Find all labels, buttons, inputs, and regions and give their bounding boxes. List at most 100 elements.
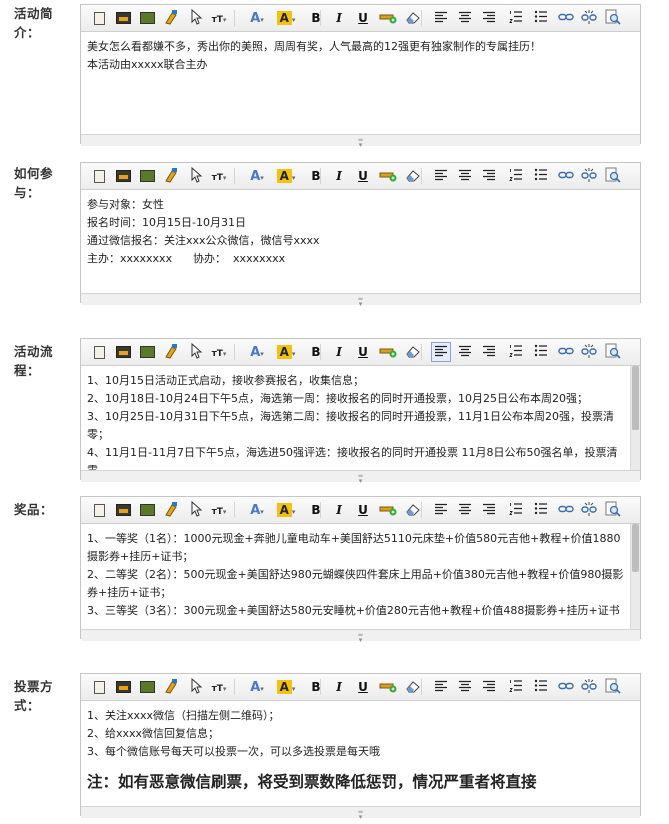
insert-hr-button[interactable]	[378, 342, 398, 362]
font-color-button[interactable]: A▾	[247, 500, 267, 520]
editor-content[interactable]: 1、一等奖（1名）：1000元现金+奔驰儿童电动车+美国舒达5110元床垫+价值…	[81, 524, 640, 629]
preview-button[interactable]	[603, 500, 623, 520]
eraser-button[interactable]	[403, 8, 423, 28]
italic-button[interactable]: I	[329, 166, 349, 186]
bold-button[interactable]: B	[306, 166, 326, 186]
resize-handle[interactable]: ═ ▾	[81, 629, 640, 644]
select-button[interactable]	[186, 677, 206, 697]
insert-image-button[interactable]	[113, 677, 133, 697]
highlight-color-button[interactable]: A ▾	[276, 342, 296, 362]
highlight-color-button[interactable]: A ▾	[276, 166, 296, 186]
font-color-button[interactable]: A▾	[247, 8, 267, 28]
unordered-list-button[interactable]	[531, 500, 551, 520]
resize-handle[interactable]: ═ ▾	[81, 293, 640, 308]
insert-hr-button[interactable]	[378, 166, 398, 186]
resize-handle[interactable]: ═ ▾	[81, 470, 640, 485]
ordered-list-button[interactable]	[506, 166, 526, 186]
underline-button[interactable]: U	[353, 166, 373, 186]
align-left-button[interactable]	[431, 677, 451, 697]
align-right-button[interactable]	[479, 500, 499, 520]
align-right-button[interactable]	[479, 8, 499, 28]
font-color-button[interactable]: A▾	[247, 677, 267, 697]
eraser-button[interactable]	[403, 342, 423, 362]
align-center-button[interactable]	[455, 500, 475, 520]
vertical-scrollbar[interactable]	[630, 366, 640, 470]
unlink-button[interactable]	[579, 166, 599, 186]
clear-format-button[interactable]	[161, 8, 181, 28]
ordered-list-button[interactable]	[506, 342, 526, 362]
link-button[interactable]	[556, 677, 576, 697]
underline-button[interactable]: U	[353, 677, 373, 697]
scrollbar-thumb[interactable]	[632, 366, 639, 430]
ordered-list-button[interactable]	[506, 500, 526, 520]
insert-image-button[interactable]	[113, 342, 133, 362]
unlink-button[interactable]	[579, 677, 599, 697]
bold-button[interactable]: B	[306, 8, 326, 28]
underline-button[interactable]: U	[353, 500, 373, 520]
insert-hr-button[interactable]	[378, 677, 398, 697]
clear-format-button[interactable]	[161, 166, 181, 186]
scrollbar-thumb[interactable]	[632, 524, 639, 572]
select-button[interactable]	[186, 8, 206, 28]
italic-button[interactable]: I	[329, 8, 349, 28]
align-left-button[interactable]	[431, 8, 451, 28]
align-center-button[interactable]	[455, 166, 475, 186]
bold-button[interactable]: B	[306, 500, 326, 520]
resize-handle[interactable]: ═ ▾	[81, 806, 640, 821]
italic-button[interactable]: I	[329, 500, 349, 520]
preview-button[interactable]	[603, 342, 623, 362]
align-left-button[interactable]	[431, 500, 451, 520]
ordered-list-button[interactable]	[506, 8, 526, 28]
insert-image-button[interactable]	[113, 166, 133, 186]
clear-format-button[interactable]	[161, 677, 181, 697]
preview-button[interactable]	[603, 677, 623, 697]
highlight-color-button[interactable]: A ▾	[276, 500, 296, 520]
editor-content[interactable]: 参与对象：女性 报名时间：10月15日-10月31日 通过微信报名：关注xxx公…	[81, 190, 640, 293]
insert-media-button[interactable]	[137, 500, 157, 520]
editor-content[interactable]: 1、10月15日活动正式启动，接收参赛报名，收集信息； 2、10月18日-10月…	[81, 366, 640, 470]
font-size-button[interactable]: тT▾	[209, 500, 229, 520]
insert-media-button[interactable]	[137, 8, 157, 28]
link-button[interactable]	[556, 500, 576, 520]
align-center-button[interactable]	[455, 8, 475, 28]
paste-button[interactable]	[89, 166, 109, 186]
font-color-button[interactable]: A▾	[247, 166, 267, 186]
paste-button[interactable]	[89, 677, 109, 697]
clear-format-button[interactable]	[161, 500, 181, 520]
editor-content[interactable]: 1、关注xxxx微信（扫描左侧二维码）； 2、给xxxx微信回复信息； 3、每个…	[81, 701, 640, 806]
align-right-button[interactable]	[479, 166, 499, 186]
insert-media-button[interactable]	[137, 342, 157, 362]
italic-button[interactable]: I	[329, 342, 349, 362]
clear-format-button[interactable]	[161, 342, 181, 362]
unlink-button[interactable]	[579, 342, 599, 362]
vertical-scrollbar[interactable]	[630, 524, 640, 629]
eraser-button[interactable]	[403, 500, 423, 520]
underline-button[interactable]: U	[353, 342, 373, 362]
link-button[interactable]	[556, 8, 576, 28]
paste-button[interactable]	[89, 342, 109, 362]
insert-media-button[interactable]	[137, 166, 157, 186]
unordered-list-button[interactable]	[531, 677, 551, 697]
insert-hr-button[interactable]	[378, 8, 398, 28]
link-button[interactable]	[556, 166, 576, 186]
paste-button[interactable]	[89, 8, 109, 28]
unordered-list-button[interactable]	[531, 166, 551, 186]
eraser-button[interactable]	[403, 677, 423, 697]
unordered-list-button[interactable]	[531, 8, 551, 28]
resize-handle[interactable]: ═ ▾	[81, 134, 640, 149]
italic-button[interactable]: I	[329, 677, 349, 697]
select-button[interactable]	[186, 500, 206, 520]
align-center-button[interactable]	[455, 342, 475, 362]
bold-button[interactable]: B	[306, 677, 326, 697]
align-left-button[interactable]	[431, 342, 451, 362]
unlink-button[interactable]	[579, 500, 599, 520]
unordered-list-button[interactable]	[531, 342, 551, 362]
align-left-button[interactable]	[431, 166, 451, 186]
align-right-button[interactable]	[479, 677, 499, 697]
bold-button[interactable]: B	[306, 342, 326, 362]
eraser-button[interactable]	[403, 166, 423, 186]
font-size-button[interactable]: тT▾	[209, 166, 229, 186]
highlight-color-button[interactable]: A ▾	[276, 8, 296, 28]
insert-image-button[interactable]	[113, 8, 133, 28]
font-color-button[interactable]: A▾	[247, 342, 267, 362]
